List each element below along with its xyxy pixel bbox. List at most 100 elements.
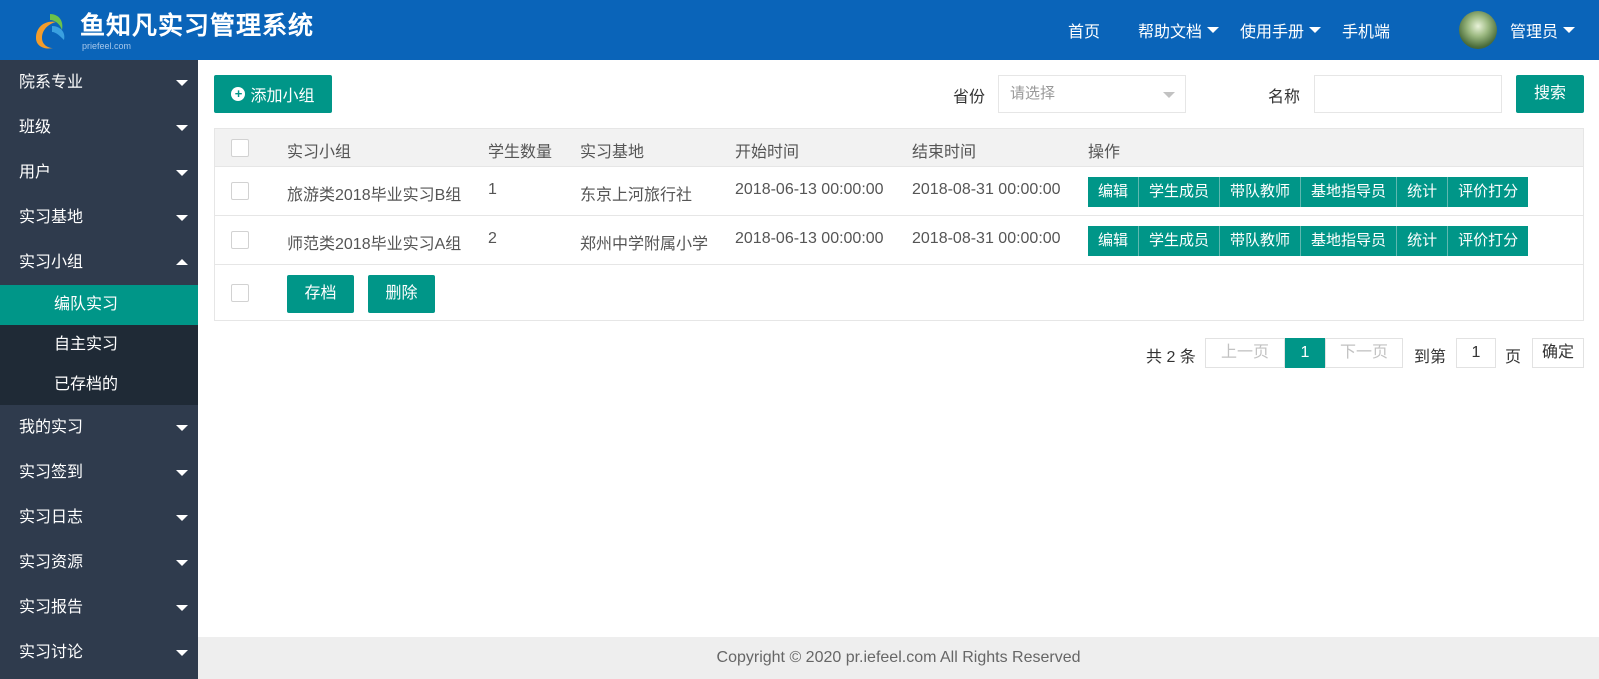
search-button[interactable]: 搜索 xyxy=(1516,75,1584,113)
sidebar-item-label: 我的实习 xyxy=(19,419,84,436)
sidebar-item-users[interactable]: 用户 xyxy=(0,150,198,195)
province-label: 省份 xyxy=(953,89,986,106)
name-label: 名称 xyxy=(1268,89,1301,106)
chevron-down-icon xyxy=(176,125,188,131)
main-content: + 添加小组 省份 请选择 名称 搜索 实习小组 学生数量 实习基地 开始时间 … xyxy=(198,60,1599,639)
nav-home[interactable]: 首页 xyxy=(1068,18,1100,42)
footer-select-checkbox[interactable] xyxy=(231,284,249,302)
table-row: 旅游类2018毕业实习B组 1 东京上河旅行社 2018-06-13 00:00… xyxy=(215,167,1583,216)
chevron-down-icon xyxy=(176,560,188,566)
sidebar: 院系专业 班级 用户 实习基地 实习小组 编队实习 自主实习 已存档的 我的实习… xyxy=(0,60,198,679)
row-checkbox[interactable] xyxy=(231,231,249,249)
base-instructors-button[interactable]: 基地指导员 xyxy=(1301,226,1398,256)
table-row: 师范类2018毕业实习A组 2 郑州中学附属小学 2018-06-13 00:0… xyxy=(215,216,1583,265)
statistics-button[interactable]: 统计 xyxy=(1397,177,1449,207)
sidebar-item-discussions[interactable]: 实习讨论 xyxy=(0,630,198,675)
row-checkbox[interactable] xyxy=(231,182,249,200)
nav-home-label: 首页 xyxy=(1068,24,1101,41)
current-page[interactable]: 1 xyxy=(1285,338,1325,368)
page-unit-label: 页 xyxy=(1505,349,1522,366)
nav-manual[interactable]: 使用手册 xyxy=(1240,18,1322,42)
chevron-down-icon xyxy=(176,650,188,656)
chevron-down-icon xyxy=(176,605,188,611)
sidebar-item-groups[interactable]: 实习小组 xyxy=(0,240,198,285)
sidebar-item-label: 实习日志 xyxy=(19,509,84,526)
column-header-end: 结束时间 xyxy=(912,144,977,161)
base-instructors-button[interactable]: 基地指导员 xyxy=(1301,177,1398,207)
table-footer-row: 存档 删除 xyxy=(215,265,1583,320)
sidebar-item-label: 用户 xyxy=(19,164,52,181)
statistics-button[interactable]: 统计 xyxy=(1397,226,1449,256)
chevron-down-icon xyxy=(1309,27,1322,33)
evaluate-button[interactable]: 评价打分 xyxy=(1448,177,1529,207)
add-group-button[interactable]: + 添加小组 xyxy=(214,75,332,113)
logo-mark-icon xyxy=(28,8,74,54)
chevron-up-icon xyxy=(176,259,188,265)
add-group-label: 添加小组 xyxy=(250,88,315,105)
column-header-start: 开始时间 xyxy=(735,144,800,161)
select-all-checkbox[interactable] xyxy=(231,139,249,157)
province-select[interactable]: 请选择 xyxy=(998,75,1186,113)
sidebar-item-logs[interactable]: 实习日志 xyxy=(0,495,198,540)
edit-button[interactable]: 编辑 xyxy=(1088,226,1140,256)
sidebar-item-label: 实习签到 xyxy=(19,464,84,481)
chevron-down-icon xyxy=(176,425,188,431)
table-header: 实习小组 学生数量 实习基地 开始时间 结束时间 操作 xyxy=(215,129,1583,167)
chevron-down-icon xyxy=(176,80,188,86)
chevron-down-icon xyxy=(176,470,188,476)
sidebar-item-resources[interactable]: 实习资源 xyxy=(0,540,198,585)
sidebar-item-bases[interactable]: 实习基地 xyxy=(0,195,198,240)
sidebar-item-label: 实习报告 xyxy=(19,599,84,616)
nav-user-menu[interactable]: 管理员 xyxy=(1510,18,1576,42)
prev-page-button[interactable]: 上一页 xyxy=(1205,338,1285,368)
delete-button[interactable]: 删除 xyxy=(368,275,435,313)
cell-end: 2018-08-31 00:00:00 xyxy=(912,181,1061,198)
sidebar-item-label: 实习资源 xyxy=(19,554,84,571)
nav-mobile-label: 手机端 xyxy=(1342,24,1391,41)
sidebar-item-label: 实习基地 xyxy=(19,209,84,226)
footer-copyright: Copyright © 2020 pr.iefeel.com All Right… xyxy=(198,637,1599,679)
sidebar-item-reports[interactable]: 实习报告 xyxy=(0,585,198,630)
groups-table: 实习小组 学生数量 实习基地 开始时间 结束时间 操作 旅游类2018毕业实习B… xyxy=(214,128,1584,321)
column-header-count: 学生数量 xyxy=(488,144,553,161)
students-button[interactable]: 学生成员 xyxy=(1139,177,1221,207)
next-page-button[interactable]: 下一页 xyxy=(1325,338,1403,368)
pagination-total: 共 2 条 xyxy=(1146,349,1196,366)
column-header-base: 实习基地 xyxy=(580,144,645,161)
cell-base: 东京上河旅行社 xyxy=(580,187,693,204)
name-input[interactable] xyxy=(1314,75,1502,113)
cell-start: 2018-06-13 00:00:00 xyxy=(735,181,884,198)
sidebar-subitem-archived[interactable]: 已存档的 xyxy=(0,365,198,405)
sidebar-subitem-team-internship[interactable]: 编队实习 xyxy=(0,285,198,325)
plus-circle-icon: + xyxy=(231,87,246,101)
cell-count: 1 xyxy=(488,181,497,198)
nav-help-docs-label: 帮助文档 xyxy=(1138,24,1203,41)
column-header-actions: 操作 xyxy=(1088,144,1121,161)
sidebar-item-label: 实习小组 xyxy=(19,254,84,271)
sidebar-item-classes[interactable]: 班级 xyxy=(0,105,198,150)
chevron-down-icon xyxy=(1163,92,1175,98)
sidebar-item-my-internship[interactable]: 我的实习 xyxy=(0,405,198,450)
goto-label: 到第 xyxy=(1414,349,1447,366)
archive-button[interactable]: 存档 xyxy=(287,275,354,313)
nav-mobile[interactable]: 手机端 xyxy=(1342,18,1390,42)
app-logo[interactable]: 鱼知凡实习管理系统 priefeel.com xyxy=(28,8,314,54)
sidebar-item-checkin[interactable]: 实习签到 xyxy=(0,450,198,495)
nav-help-docs[interactable]: 帮助文档 xyxy=(1138,18,1220,42)
app-subtitle: priefeel.com xyxy=(82,41,132,51)
cell-group: 旅游类2018毕业实习B组 xyxy=(287,187,462,204)
province-select-placeholder: 请选择 xyxy=(1010,85,1056,102)
sidebar-item-departments[interactable]: 院系专业 xyxy=(0,60,198,105)
sidebar-subitem-self-internship[interactable]: 自主实习 xyxy=(0,325,198,365)
goto-confirm-button[interactable]: 确定 xyxy=(1532,338,1584,368)
students-button[interactable]: 学生成员 xyxy=(1139,226,1221,256)
teachers-button[interactable]: 带队教师 xyxy=(1220,226,1302,256)
chevron-down-icon xyxy=(1207,27,1220,33)
edit-button[interactable]: 编辑 xyxy=(1088,177,1140,207)
chevron-down-icon xyxy=(1563,27,1576,33)
avatar[interactable] xyxy=(1459,11,1497,49)
row-actions: 编辑 学生成员 带队教师 基地指导员 统计 评价打分 xyxy=(1088,226,1529,256)
goto-page-input[interactable]: 1 xyxy=(1456,338,1496,368)
evaluate-button[interactable]: 评价打分 xyxy=(1448,226,1529,256)
teachers-button[interactable]: 带队教师 xyxy=(1220,177,1302,207)
